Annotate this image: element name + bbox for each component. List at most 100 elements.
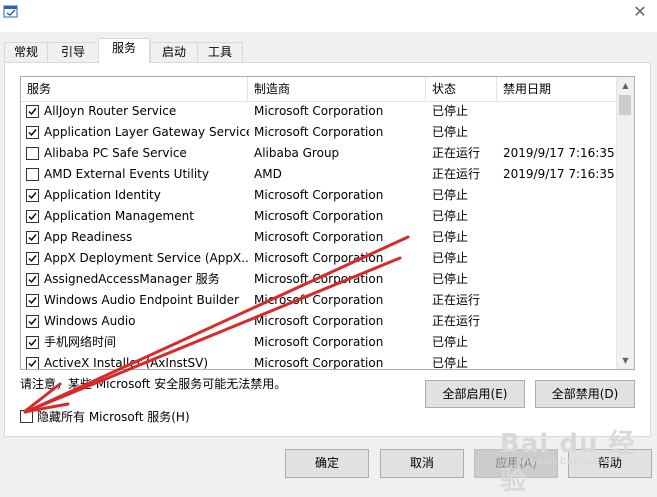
- cell-service: Windows Audio: [44, 314, 136, 328]
- cell-status: 已停止: [432, 209, 469, 223]
- scroll-up-icon[interactable]: ▲: [617, 77, 634, 94]
- cell-date: [503, 122, 615, 143]
- disable-all-button[interactable]: 全部禁用(D): [535, 380, 635, 408]
- cell-vendor: Microsoft Corporation: [254, 293, 384, 307]
- table-row[interactable]: Windows Audio Microsoft Corporation 正在运行: [21, 311, 618, 332]
- table-row[interactable]: Application Management Microsoft Corporat…: [21, 206, 618, 227]
- cell-vendor: Microsoft Corporation: [254, 251, 384, 265]
- cell-date: 2019/9/17 7:16:35: [503, 167, 615, 181]
- cell-date: [503, 311, 615, 332]
- service-checkbox[interactable]: [26, 357, 39, 369]
- watermark-url: jingyan.baidu.com: [516, 454, 618, 467]
- cell-vendor: Microsoft Corporation: [254, 125, 384, 139]
- cell-vendor: Microsoft Corporation: [254, 314, 384, 328]
- cell-status: 已停止: [432, 251, 469, 265]
- service-checkbox[interactable]: [26, 336, 39, 349]
- cell-service: AllJoyn Router Service: [44, 104, 177, 118]
- cancel-button[interactable]: 取消: [380, 449, 464, 478]
- cell-status: 已停止: [432, 104, 469, 118]
- cell-status: 已停止: [432, 272, 469, 286]
- service-checkbox[interactable]: [26, 189, 39, 202]
- cell-date: [503, 353, 615, 369]
- hide-ms-services-label: 隐藏所有 Microsoft 服务(H): [37, 410, 190, 424]
- title-bar: ✕: [0, 0, 657, 32]
- table-row[interactable]: App Readiness Microsoft Corporation 已停止: [21, 227, 618, 248]
- service-checkbox[interactable]: [26, 315, 39, 328]
- table-row[interactable]: Alibaba PC Safe Service Alibaba Group 正在运行…: [21, 143, 618, 164]
- tab-general[interactable]: 常规: [4, 42, 48, 62]
- cell-service: Windows Audio Endpoint Builder: [44, 293, 239, 307]
- cell-date: [503, 248, 615, 269]
- security-note: 请注意，某些 Microsoft 安全服务可能无法禁用。: [20, 377, 287, 391]
- scroll-thumb[interactable]: [619, 95, 631, 115]
- table-row[interactable]: AllJoyn Router Service Microsoft Corporat…: [21, 101, 618, 122]
- cell-service: ActiveX Installer (AxInstSV): [44, 356, 209, 370]
- cell-status: 正在运行: [432, 314, 481, 328]
- cell-service: Application Identity: [44, 188, 161, 202]
- table-row[interactable]: Windows Audio Endpoint Builder Microsoft …: [21, 290, 618, 311]
- services-list[interactable]: 服务 制造商 状态 禁用日期 AllJoyn Router Service Mic…: [20, 76, 635, 370]
- cell-service: 手机网络时间: [44, 335, 117, 349]
- cell-status: 正在运行: [432, 146, 481, 160]
- cell-status: 已停止: [432, 356, 469, 370]
- cell-service: AssignedAccessManager 服务: [44, 272, 220, 286]
- column-header-status[interactable]: 状态: [426, 77, 497, 101]
- cell-service: Alibaba PC Safe Service: [44, 146, 187, 160]
- table-row[interactable]: AssignedAccessManager 服务 Microsoft Corpor…: [21, 269, 618, 290]
- cell-status: 正在运行: [432, 167, 481, 181]
- hide-ms-services-checkbox[interactable]: [20, 410, 33, 423]
- list-header: 服务 制造商 状态 禁用日期: [21, 77, 618, 102]
- tab-boot[interactable]: 引导: [47, 42, 99, 62]
- cell-service: Application Layer Gateway Service: [44, 125, 249, 139]
- cell-vendor: Microsoft Corporation: [254, 104, 384, 118]
- column-header-service[interactable]: 服务: [21, 77, 248, 101]
- cell-status: 已停止: [432, 125, 469, 139]
- cell-vendor: AMD: [254, 167, 282, 181]
- service-checkbox[interactable]: [26, 168, 39, 181]
- cell-date: [503, 185, 615, 206]
- cell-service: AMD External Events Utility: [44, 167, 209, 181]
- cell-status: 已停止: [432, 188, 469, 202]
- cell-vendor: Microsoft Corporation: [254, 335, 384, 349]
- close-icon[interactable]: ✕: [631, 3, 649, 21]
- cell-date: [503, 227, 615, 248]
- cell-date: [503, 206, 615, 227]
- enable-all-button[interactable]: 全部启用(E): [425, 380, 525, 408]
- app-icon: [3, 4, 19, 20]
- cell-vendor: Microsoft Corporation: [254, 356, 384, 370]
- table-row[interactable]: AppX Deployment Service (AppX... Microsof…: [21, 248, 618, 269]
- service-checkbox[interactable]: [26, 147, 39, 160]
- tab-startup[interactable]: 启动: [150, 42, 198, 62]
- service-checkbox[interactable]: [26, 105, 39, 118]
- table-row[interactable]: AMD External Events Utility AMD 正在运行 2019/9…: [21, 164, 618, 185]
- cell-date: [503, 290, 615, 311]
- service-checkbox[interactable]: [26, 294, 39, 307]
- ok-button[interactable]: 确定: [285, 449, 369, 478]
- service-checkbox[interactable]: [26, 210, 39, 223]
- cell-status: 已停止: [432, 335, 469, 349]
- table-row[interactable]: ActiveX Installer (AxInstSV) Microsoft Co…: [21, 353, 618, 370]
- service-checkbox[interactable]: [26, 273, 39, 286]
- cell-status: 已停止: [432, 230, 469, 244]
- vertical-scrollbar[interactable]: ▲ ▼: [616, 77, 634, 369]
- cell-date: 2019/9/17 7:16:35: [503, 146, 615, 160]
- cell-service: App Readiness: [44, 230, 133, 244]
- scroll-down-icon[interactable]: ▼: [617, 352, 634, 369]
- table-row[interactable]: Application Layer Gateway Service Microso…: [21, 122, 618, 143]
- service-checkbox[interactable]: [26, 231, 39, 244]
- cell-vendor: Microsoft Corporation: [254, 188, 384, 202]
- table-row[interactable]: 手机网络时间 Microsoft Corporation 已停止: [21, 332, 618, 353]
- cell-service: AppX Deployment Service (AppX...: [44, 251, 249, 265]
- column-header-vendor[interactable]: 制造商: [248, 77, 426, 101]
- cell-service: Application Management: [44, 209, 194, 223]
- cell-date: [503, 332, 615, 353]
- cell-vendor: Microsoft Corporation: [254, 209, 384, 223]
- cell-vendor: Alibaba Group: [254, 146, 340, 160]
- service-checkbox[interactable]: [26, 126, 39, 139]
- tab-services[interactable]: 服务: [98, 38, 150, 63]
- column-header-disabled-date[interactable]: 禁用日期: [497, 77, 618, 101]
- table-row[interactable]: Application Identity Microsoft Corporatio…: [21, 185, 618, 206]
- cell-status: 正在运行: [432, 293, 481, 307]
- tab-tools[interactable]: 工具: [197, 42, 243, 62]
- service-checkbox[interactable]: [26, 252, 39, 265]
